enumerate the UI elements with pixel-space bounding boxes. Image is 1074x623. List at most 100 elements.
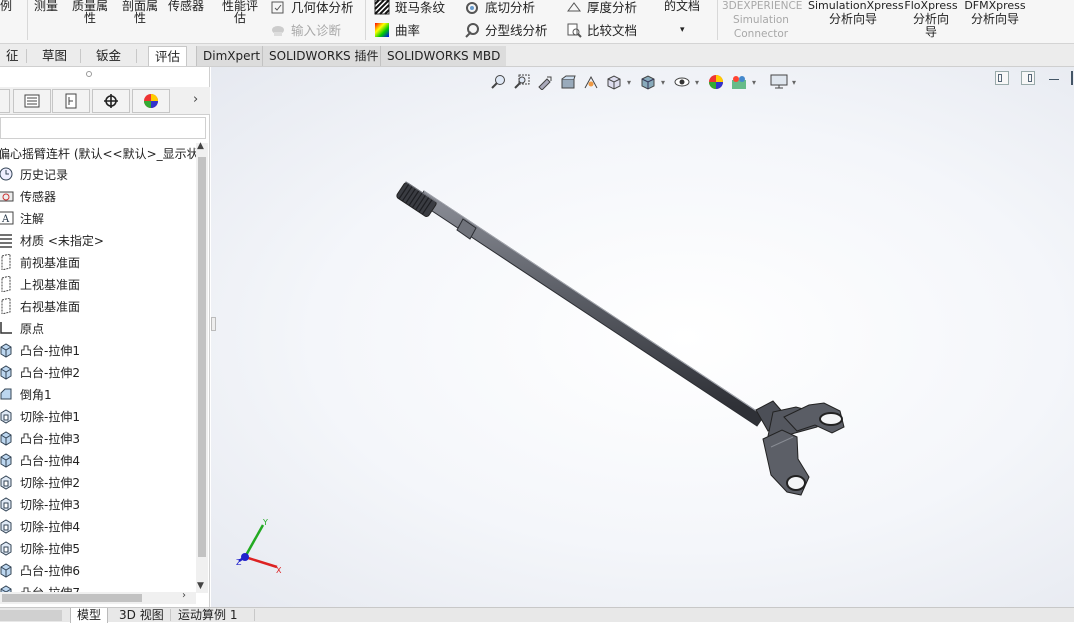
tree-item-label: 凸台-拉伸6 <box>20 563 80 578</box>
thickness-analysis-button[interactable]: 厚度分析 <box>566 0 637 16</box>
tab-sheet-metal[interactable]: 钣金 <box>90 46 127 66</box>
chevron-down-icon[interactable]: ▼ <box>197 581 204 591</box>
extrude-icon <box>0 562 14 578</box>
tree-item[interactable]: 切除-拉伸1 <box>0 405 80 427</box>
chevron-down-icon[interactable]: ▾ <box>680 24 685 36</box>
tree-item[interactable]: 切除-拉伸2 <box>0 471 80 493</box>
ribbon-col1-label[interactable]: 例 <box>0 0 12 12</box>
tree-item[interactable]: 凸台-拉伸3 <box>0 427 80 449</box>
tree-item-label: 传感器 <box>20 189 57 204</box>
tree-item[interactable]: 上视基准面 <box>0 273 80 295</box>
tab-featuremanager[interactable] <box>0 89 10 113</box>
performance-evaluation-button[interactable]: 性能评估 <box>220 0 260 24</box>
tree-filter-input[interactable] <box>0 117 206 139</box>
part-model[interactable] <box>211 67 1074 607</box>
sensor-button[interactable]: 传感器 <box>168 0 204 12</box>
tree-item[interactable]: 传感器 <box>0 185 56 207</box>
annotation-icon: A <box>0 210 14 226</box>
chevron-up-icon[interactable]: ▲ <box>197 141 204 151</box>
extrude-icon <box>0 364 14 380</box>
x-axis-label: X <box>276 566 282 575</box>
geometry-analysis-button[interactable]: 几何体分析 <box>270 0 354 16</box>
panel-grip-icon[interactable] <box>86 71 92 77</box>
tree-item-label: 切除-拉伸5 <box>20 541 80 556</box>
tree-item[interactable]: 切除-拉伸4 <box>0 515 80 537</box>
undercut-analysis-button[interactable]: 底切分析 <box>464 0 535 16</box>
exp-sim-line2: Simulation <box>733 14 789 26</box>
ribbon-separator <box>365 0 366 40</box>
material-icon <box>0 232 14 248</box>
tree-item-label: 切除-拉伸4 <box>20 519 80 534</box>
zebra-stripes-button[interactable]: 斑马条纹 <box>374 0 445 16</box>
tree-item-label: 前视基准面 <box>20 255 81 270</box>
tab-solidworks-addins[interactable]: SOLIDWORKS 插件 <box>262 46 385 66</box>
curvature-button[interactable]: 曲率 <box>374 20 420 39</box>
compare-documents-button[interactable]: 比较文档 <box>566 20 637 39</box>
simulationxpress-button[interactable]: SimulationXpress 分析向导 <box>808 0 904 26</box>
tree-item[interactable]: 原点 <box>0 317 44 339</box>
tab-separator <box>80 49 81 63</box>
tree-item[interactable]: 凸台-拉伸1 <box>0 339 80 361</box>
tree-item-label: 历史记录 <box>20 167 69 182</box>
tab-solidworks-mbd[interactable]: SOLIDWORKS MBD <box>380 46 507 66</box>
tree-item-label: 注解 <box>20 211 45 226</box>
tab-dimxpert[interactable]: DimXpert <box>196 46 267 66</box>
tab-model[interactable]: 模型 <box>70 608 109 623</box>
y-axis-label: Y <box>262 519 268 527</box>
cut-extrude-icon <box>0 540 14 556</box>
tab-evaluate[interactable]: 评估 <box>148 46 188 66</box>
tab-motion-study[interactable]: 运动算例 1 <box>172 608 243 623</box>
tree-item[interactable]: 前视基准面 <box>0 251 80 273</box>
zebra-stripes-icon <box>374 0 390 15</box>
tree-item-label: 凸台-拉伸3 <box>20 431 80 446</box>
tab-configurationmanager[interactable] <box>52 89 90 113</box>
chevron-right-icon[interactable]: › <box>182 590 186 601</box>
tab-features[interactable]: 征 <box>0 46 25 66</box>
tab-displaymanager[interactable] <box>132 89 170 113</box>
tree-item-label: 凸台-拉伸4 <box>20 453 80 468</box>
tree-item[interactable]: A 注解 <box>0 207 44 229</box>
tree-item[interactable]: 倒角1 <box>0 383 52 405</box>
parting-line-analysis-button[interactable]: 分型线分析 <box>464 20 548 39</box>
tree-item[interactable]: 材质 <未指定> <box>0 229 104 251</box>
chevron-right-icon[interactable]: › <box>193 92 198 107</box>
tab-sketch[interactable]: 草图 <box>36 46 73 66</box>
appearance-ball-icon <box>144 94 158 108</box>
model-view-tabs: 模型 3D 视图 运动算例 1 <box>0 607 1074 623</box>
tree-item[interactable]: 凸台-拉伸4 <box>0 449 80 471</box>
tree-item[interactable]: 切除-拉伸5 <box>0 537 80 559</box>
sensor-icon <box>0 188 14 204</box>
measure-button[interactable]: 测量 <box>34 0 58 12</box>
exp-sim-line1: 3DEXPERIENCE <box>722 0 803 12</box>
tree-horizontal-scrollbar[interactable]: › <box>0 590 196 604</box>
tree-item[interactable]: 历史记录 <box>0 163 68 185</box>
graphics-area[interactable]: ▾ ▾ ▾ ▾ ▾ Y X Z <box>211 67 1074 607</box>
tree-item[interactable]: 凸台-拉伸2 <box>0 361 80 383</box>
parting-line-analysis-icon <box>465 22 479 38</box>
experience-simulation-connector-button[interactable]: 3DEXPERIENCE Simulation Connector <box>722 0 803 40</box>
documents-button[interactable]: 的文档 <box>664 0 700 12</box>
mass-properties-button[interactable]: 质量属性 <box>70 0 110 24</box>
import-diagnostics-button[interactable]: 输入诊断 <box>270 20 341 39</box>
property-list-icon <box>24 94 40 108</box>
tree-vertical-scrollbar[interactable]: ▲ ▼ <box>196 141 208 593</box>
tab-dimxpertmanager[interactable] <box>92 89 130 113</box>
tree-item[interactable]: 凸台-拉伸6 <box>0 559 80 581</box>
floxpress-line2: 分析向 <box>912 12 949 26</box>
dfmxpress-button[interactable]: DFMXpress 分析向导 <box>964 0 1026 25</box>
scrollbar-thumb[interactable] <box>198 157 206 557</box>
tree-item[interactable]: 切除-拉伸3 <box>0 493 80 515</box>
import-diagnostics-icon <box>272 25 284 36</box>
tree-root-part[interactable]: 偏心摇臂连杆 (默认<<默认>_显示状 <box>0 145 196 162</box>
scrollbar-thumb[interactable] <box>2 594 142 602</box>
zebra-stripes-label: 斑马条纹 <box>395 0 446 15</box>
extrude-icon <box>0 452 14 468</box>
tab-3d-view[interactable]: 3D 视图 <box>113 608 170 623</box>
tree-item-label: 切除-拉伸1 <box>20 409 80 424</box>
tree-item[interactable]: 右视基准面 <box>0 295 80 317</box>
floxpress-button[interactable]: FloXpress 分析向 导 <box>902 0 960 38</box>
tab-scroll-buttons[interactable] <box>0 610 62 621</box>
simxpress-line2: 分析向导 <box>828 12 877 26</box>
section-properties-button[interactable]: 剖面属性 <box>120 0 160 24</box>
tab-propertymanager[interactable] <box>13 89 51 113</box>
